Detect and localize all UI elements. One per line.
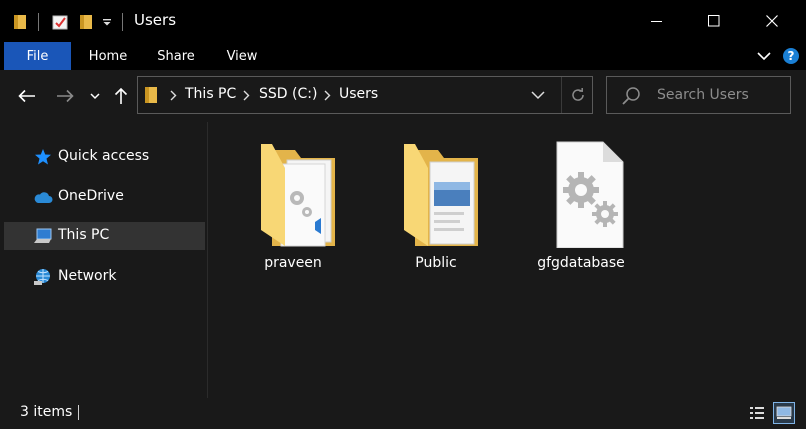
large-icons-view-icon [776, 406, 792, 419]
nav-item-quick-access[interactable]: Quick access [4, 143, 205, 171]
maximize-icon [708, 15, 720, 27]
network-icon [33, 268, 53, 286]
chevron-right-icon[interactable] [241, 89, 251, 101]
close-button[interactable] [749, 0, 795, 42]
forward-button[interactable] [51, 82, 79, 110]
explorer-window: Users File Home Share View ? This PC SSD… [0, 0, 806, 429]
ribbon-tabs: File Home Share View ? [0, 42, 806, 70]
file-item-gfgdatabase[interactable]: gfgdatabase [529, 132, 633, 282]
tab-file[interactable]: File [4, 42, 71, 70]
expand-ribbon-button[interactable] [754, 46, 774, 66]
cloud-icon [33, 188, 53, 206]
navigation-bar: This PC SSD (C:) Users Search Users [0, 70, 806, 122]
properties-icon[interactable] [51, 12, 69, 32]
system-file-icon [556, 141, 624, 248]
back-button[interactable] [13, 82, 41, 110]
navigation-pane: Quick access OneDrive This PC Network [0, 122, 207, 398]
search-box[interactable]: Search Users [606, 76, 791, 114]
item-count: 3 items [20, 404, 73, 420]
file-list: praveen Public gfgdatabase [208, 122, 806, 398]
details-view-button[interactable] [746, 402, 768, 424]
nav-label: Quick access [58, 148, 150, 164]
svg-text:?: ? [788, 49, 795, 63]
file-name: gfgdatabase [537, 255, 625, 271]
breadcrumb-ssd[interactable]: SSD (C:) [259, 86, 317, 102]
refresh-icon [571, 88, 584, 101]
tab-home[interactable]: Home [80, 42, 136, 70]
breadcrumb-users[interactable]: Users [339, 86, 378, 102]
up-button[interactable] [107, 82, 135, 110]
chevron-down-icon [531, 90, 545, 99]
refresh-button[interactable] [561, 77, 593, 113]
tab-share[interactable]: Share [146, 42, 206, 70]
address-bar[interactable]: This PC SSD (C:) Users [137, 76, 593, 114]
quick-access-separator [38, 13, 39, 31]
search-placeholder[interactable]: Search Users [657, 87, 749, 103]
nav-item-onedrive[interactable]: OneDrive [4, 183, 205, 211]
details-view-icon [750, 407, 764, 419]
chevron-right-icon[interactable] [322, 89, 332, 101]
window-title: Users [134, 11, 177, 29]
file-name: Public [415, 255, 457, 271]
chevron-down-icon [757, 51, 771, 60]
title-bar: Users [0, 0, 806, 42]
customize-quick-access-icon[interactable] [100, 12, 114, 32]
nav-item-network[interactable]: Network [4, 263, 205, 291]
tab-view[interactable]: View [216, 42, 268, 70]
large-icons-view-button[interactable] [773, 402, 795, 424]
computer-icon [33, 227, 53, 245]
nav-item-this-pc[interactable]: This PC [4, 222, 205, 250]
address-dropdown-button[interactable] [523, 81, 553, 109]
recent-locations-button[interactable] [82, 82, 108, 110]
chevron-right-icon[interactable] [168, 89, 178, 101]
folder-icon [144, 86, 158, 108]
status-bar: 3 items [0, 398, 806, 429]
status-separator [78, 405, 79, 420]
arrow-up-icon [114, 87, 128, 104]
minimize-button[interactable] [634, 0, 680, 42]
file-name: praveen [264, 255, 322, 271]
close-icon [766, 15, 778, 27]
arrow-right-icon [57, 89, 74, 103]
minimize-icon [651, 21, 662, 22]
new-folder-icon[interactable] [78, 12, 94, 32]
star-icon [33, 148, 53, 166]
breadcrumb-this-pc[interactable]: This PC [185, 86, 236, 102]
file-item-public[interactable]: Public [384, 132, 488, 282]
arrow-left-icon [18, 89, 35, 103]
nav-label: This PC [58, 227, 110, 243]
folder-icon [261, 144, 335, 247]
title-separator [122, 13, 123, 31]
file-item-praveen[interactable]: praveen [241, 132, 345, 282]
chevron-down-icon [90, 92, 100, 99]
folder-icon [12, 12, 28, 32]
help-button[interactable]: ? [781, 46, 801, 66]
help-icon: ? [783, 48, 799, 64]
search-icon [622, 87, 640, 105]
maximize-button[interactable] [691, 0, 737, 42]
nav-label: OneDrive [58, 188, 124, 204]
nav-label: Network [58, 268, 117, 284]
folder-icon [404, 144, 478, 246]
